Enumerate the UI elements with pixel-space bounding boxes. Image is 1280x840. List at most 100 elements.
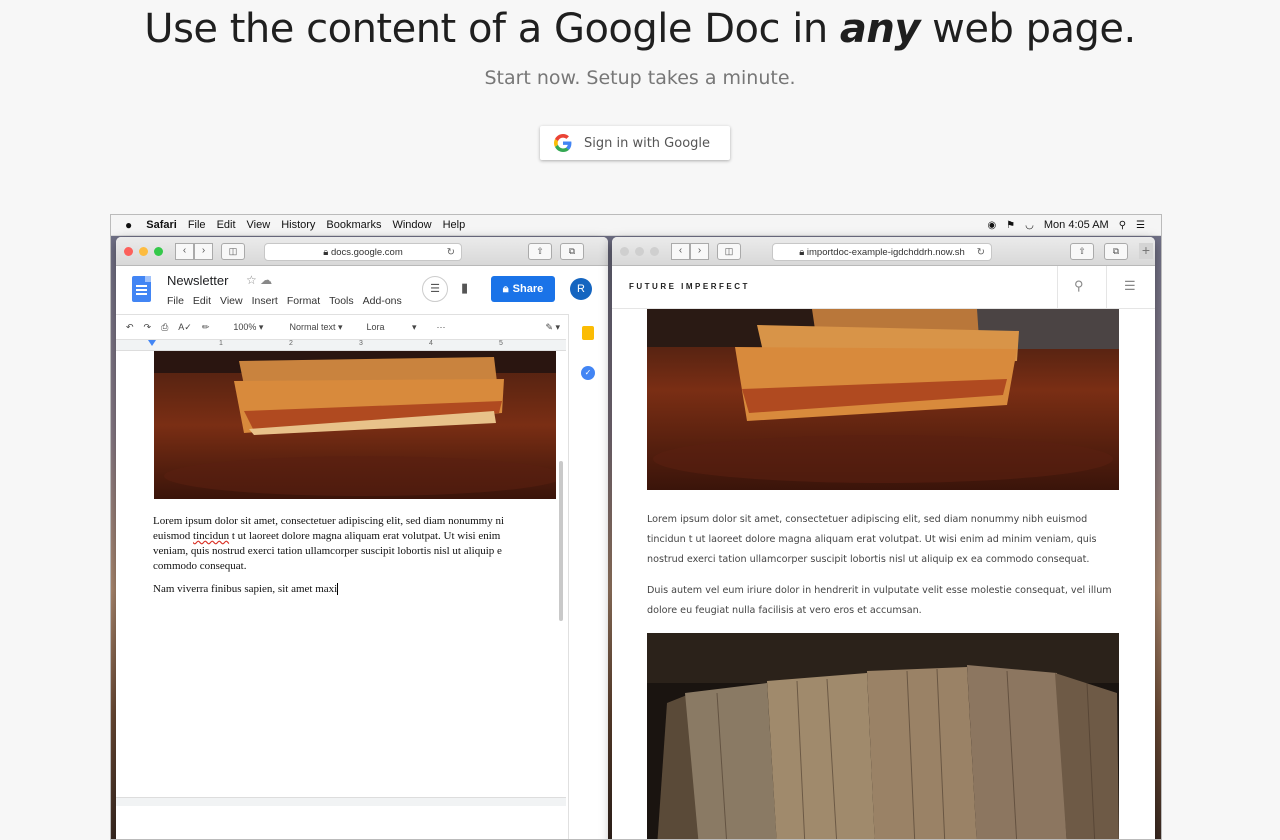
- doc-line-2: t ut laoreet dolore magna aliquam erat v…: [229, 530, 501, 542]
- menu-file[interactable]: File: [188, 219, 206, 231]
- spotlight-icon[interactable]: ⚲: [1119, 220, 1126, 231]
- tabs-icon[interactable]: ⧉: [1104, 243, 1128, 260]
- zoom-select[interactable]: 100% ▾: [223, 322, 263, 333]
- minimize-window-button[interactable]: [635, 246, 644, 256]
- style-value: Normal text: [289, 321, 336, 332]
- site-content: Lorem ipsum dolor sit amet, consectetuer…: [612, 309, 1155, 839]
- page-break: [116, 797, 566, 806]
- header-divider: [1057, 266, 1058, 308]
- hero-title-text: Use the content of a Google Doc in: [144, 6, 840, 52]
- menu-safari[interactable]: Safari: [146, 219, 177, 231]
- lock-icon: 🔒︎: [323, 246, 329, 258]
- undo-icon[interactable]: ↶: [126, 322, 134, 333]
- wifi-icon[interactable]: ◡: [1025, 220, 1034, 231]
- address-text: docs.google.com: [330, 246, 403, 258]
- site-brand[interactable]: FUTURE IMPERFECT: [629, 282, 750, 291]
- reload-icon[interactable]: ↻: [977, 247, 985, 258]
- hero-title: Use the content of a Google Doc in any w…: [0, 6, 1280, 52]
- pencil-icon[interactable]: ✎ ▾: [545, 322, 560, 333]
- cloud-icon[interactable]: ☁: [260, 273, 272, 287]
- docs-menu-addons[interactable]: Add-ons: [363, 295, 402, 307]
- sign-in-with-google-button[interactable]: Sign in with Google: [540, 126, 730, 160]
- google-g-icon: [554, 134, 572, 152]
- style-select[interactable]: Normal text ▾: [279, 322, 342, 333]
- misspelled-word[interactable]: tincidun: [193, 530, 229, 542]
- window-titlebar: ‹ › ◫ 🔒︎ importdoc-example-igdchddrh.now.…: [612, 237, 1155, 266]
- close-window-button[interactable]: [620, 246, 629, 256]
- comment-icon[interactable]: ▮: [461, 280, 468, 296]
- sidebar-icon[interactable]: ◫: [221, 242, 245, 260]
- hero-title-tail: web page.: [919, 6, 1136, 52]
- hero-title-emphasis: any: [839, 6, 921, 52]
- more-icon[interactable]: ···: [437, 322, 446, 332]
- docs-menu-format[interactable]: Format: [287, 295, 320, 307]
- close-window-button[interactable]: [124, 246, 133, 256]
- doc-scrollbar[interactable]: [559, 461, 563, 621]
- share-button[interactable]: 🔒︎ Share: [491, 276, 555, 302]
- traffic-lights[interactable]: [620, 246, 659, 256]
- redo-icon[interactable]: ↷: [144, 322, 152, 333]
- flag-icon[interactable]: ⚑: [1006, 220, 1015, 231]
- zoom-window-button[interactable]: [154, 246, 163, 256]
- forward-icon[interactable]: ›: [690, 242, 709, 260]
- ruler-tick-5: 5: [499, 340, 503, 347]
- spellcheck-icon[interactable]: A✓: [178, 322, 192, 333]
- forward-icon[interactable]: ›: [194, 242, 213, 260]
- new-tab-icon[interactable]: +: [1139, 243, 1153, 259]
- menu-help[interactable]: Help: [443, 219, 466, 231]
- font-select[interactable]: Lora ▾: [357, 322, 427, 333]
- doc-body-text[interactable]: Lorem ipsum dolor sit amet, consectetuer…: [153, 514, 557, 605]
- traffic-lights[interactable]: [124, 246, 163, 256]
- address-bar[interactable]: 🔒︎ importdoc-example-igdchddrh.now.sh ↻: [772, 243, 992, 261]
- docs-menu-file[interactable]: File: [167, 295, 184, 307]
- star-icon[interactable]: ☆: [246, 273, 257, 287]
- doc-title[interactable]: Newsletter: [167, 273, 228, 288]
- share-sheet-icon[interactable]: ⇧: [1070, 243, 1094, 260]
- minimize-window-button[interactable]: [139, 246, 148, 256]
- back-icon[interactable]: ‹: [671, 242, 690, 260]
- ruler-tick-4: 4: [429, 340, 433, 347]
- doc-line-2-prefix: euismod: [153, 530, 194, 542]
- doc-books-image: [154, 351, 556, 499]
- reload-icon[interactable]: ↻: [447, 247, 455, 258]
- ruler[interactable]: 1 2 3 4 5: [116, 340, 566, 351]
- back-icon[interactable]: ‹: [175, 242, 194, 260]
- text-cursor: [337, 583, 339, 596]
- zoom-window-button[interactable]: [650, 246, 659, 256]
- docs-menu-view[interactable]: View: [220, 295, 243, 307]
- share-sheet-icon[interactable]: ⇧: [528, 243, 552, 260]
- activity-icon[interactable]: ☰: [422, 276, 448, 302]
- list-icon[interactable]: ☰: [1136, 220, 1145, 231]
- side-panel: ✓: [568, 314, 608, 839]
- document-canvas[interactable]: Lorem ipsum dolor sit amet, consectetuer…: [116, 351, 566, 839]
- hamburger-icon[interactable]: ☰: [1124, 278, 1136, 294]
- tabs-icon[interactable]: ⧉: [560, 243, 584, 260]
- menu-edit[interactable]: Edit: [217, 219, 236, 231]
- tasks-icon[interactable]: ✓: [581, 366, 595, 380]
- docs-logo-icon[interactable]: [132, 276, 151, 302]
- menubar-clock[interactable]: Mon 4:05 AM: [1044, 219, 1109, 231]
- apple-icon[interactable]: ●: [125, 218, 132, 232]
- docs-header-actions: ☰ ▮ 🔒︎ Share R: [416, 266, 606, 315]
- search-icon[interactable]: ⚲: [1074, 278, 1084, 294]
- avatar[interactable]: R: [570, 278, 592, 300]
- header-divider: [1106, 266, 1107, 308]
- sidebar-icon[interactable]: ◫: [717, 242, 741, 260]
- safari-window-site: ‹ › ◫ 🔒︎ importdoc-example-igdchddrh.now.…: [612, 237, 1155, 839]
- record-icon[interactable]: ◉: [987, 220, 996, 231]
- keep-icon[interactable]: [582, 326, 594, 340]
- menu-history[interactable]: History: [281, 219, 315, 231]
- menu-bookmarks[interactable]: Bookmarks: [326, 219, 381, 231]
- address-text: importdoc-example-igdchddrh.now.sh: [806, 246, 965, 258]
- docs-menu-insert[interactable]: Insert: [252, 295, 278, 307]
- indent-marker[interactable]: [148, 340, 156, 346]
- menu-window[interactable]: Window: [392, 219, 431, 231]
- doc-line-3: veniam, quis nostrud exerci tation ullam…: [153, 545, 502, 557]
- docs-menu-edit[interactable]: Edit: [193, 295, 211, 307]
- menu-view[interactable]: View: [247, 219, 271, 231]
- address-bar[interactable]: 🔒︎ docs.google.com ↻: [264, 243, 462, 261]
- docs-menu-tools[interactable]: Tools: [329, 295, 354, 307]
- paint-format-icon[interactable]: ✏︎: [202, 322, 210, 333]
- mac-menubar: ● Safari File Edit View History Bookmark…: [111, 215, 1161, 236]
- print-icon[interactable]: ⎙: [161, 322, 168, 333]
